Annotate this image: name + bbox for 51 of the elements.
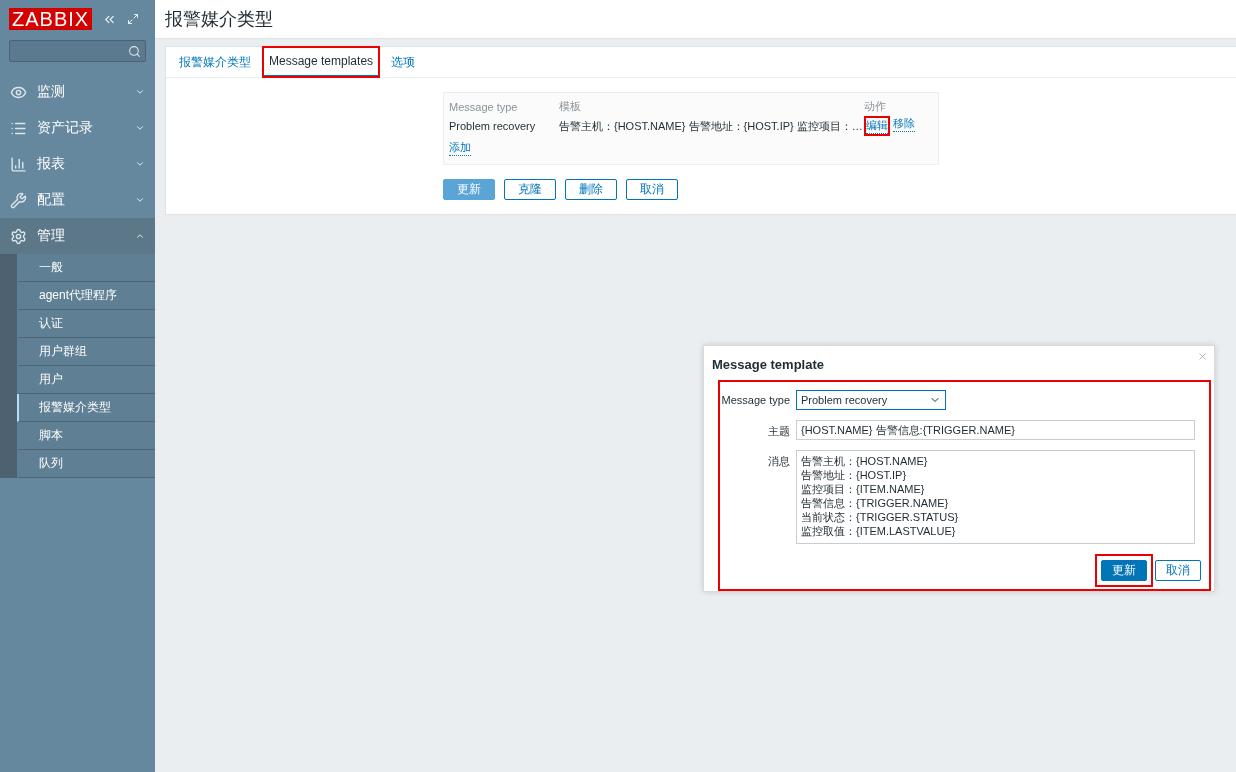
chevron-down-icon: [135, 195, 145, 205]
menu-icon: [10, 191, 27, 209]
chevron-down-icon: [135, 87, 145, 97]
column-header: Message type: [449, 100, 519, 113]
menu-icon: [10, 155, 27, 173]
submenu-item[interactable]: 用户群组: [17, 338, 155, 366]
menu-item[interactable]: 资产记录: [0, 110, 155, 146]
menu-icon: [10, 227, 27, 245]
submenu-item[interactable]: 脚本: [17, 422, 155, 450]
column-header: 模板: [559, 99, 582, 114]
submenu-item[interactable]: 用户: [17, 366, 155, 394]
search-field[interactable]: [9, 40, 146, 62]
logo[interactable]: ZABBIX: [9, 8, 93, 30]
submenu-item[interactable]: 报警媒介类型: [17, 394, 155, 422]
submenu-item[interactable]: agent代理程序: [17, 282, 155, 310]
menu-item[interactable]: 管理: [0, 218, 155, 254]
action-link[interactable]: 移除: [893, 116, 915, 132]
column-header: 动作: [864, 99, 887, 114]
table-cell: 告警主机：{HOST.NAME} 告警地址：{HOST.IP} 监控项目：…: [559, 118, 864, 134]
menu-item[interactable]: 报表: [0, 146, 155, 182]
table-cell-text: Problem recovery: [449, 120, 537, 132]
chevron-down-icon: [135, 159, 145, 169]
add-link[interactable]: 添加: [449, 140, 471, 156]
chevron-up-icon: [135, 231, 145, 241]
fullscreen-icon[interactable]: [127, 13, 140, 25]
chevron-down-icon: [135, 123, 145, 133]
tab[interactable]: 报警媒介类型: [173, 47, 257, 77]
form-button[interactable]: 取消: [626, 179, 678, 200]
tab[interactable]: 选项: [385, 47, 422, 77]
dialog-button[interactable]: 取消: [1155, 560, 1201, 581]
type-select[interactable]: Problem recovery: [796, 390, 946, 410]
menu-item[interactable]: 监测: [0, 74, 155, 110]
dialog-button[interactable]: 更新: [1101, 560, 1147, 581]
field-label: 主题: [767, 424, 790, 439]
menu-item[interactable]: 配置: [0, 182, 155, 218]
submenu-item[interactable]: 队列: [17, 450, 155, 478]
form-button[interactable]: 克隆: [504, 179, 556, 200]
close-icon[interactable]: [1197, 351, 1208, 362]
message-field[interactable]: 告警主机：{HOST.NAME} 告警地址：{HOST.IP} 监控项目：{ITEM.NAME} 告警信息：{TRIGGER.NAME} 当前状态：{TRIGGER.STATUS} 监控取值：{ITEM.LASTVALUE}: [796, 450, 1195, 544]
form-button[interactable]: 更新: [443, 179, 495, 200]
submenu-item[interactable]: 认证: [17, 310, 155, 338]
dialog-title: Message template: [711, 356, 825, 374]
form-button[interactable]: 删除: [565, 179, 617, 200]
action-link[interactable]: 编辑: [866, 118, 888, 134]
subject-field[interactable]: {HOST.NAME} 告警信息:{TRIGGER.NAME}: [796, 420, 1195, 440]
field-label: Message type: [720, 393, 790, 408]
tab[interactable]: Message templates: [263, 47, 380, 77]
field-label: 消息: [767, 454, 790, 469]
search-icon[interactable]: [128, 44, 141, 58]
page-title: 报警媒介类型: [165, 8, 273, 31]
submenu-item[interactable]: 一般: [17, 254, 155, 282]
